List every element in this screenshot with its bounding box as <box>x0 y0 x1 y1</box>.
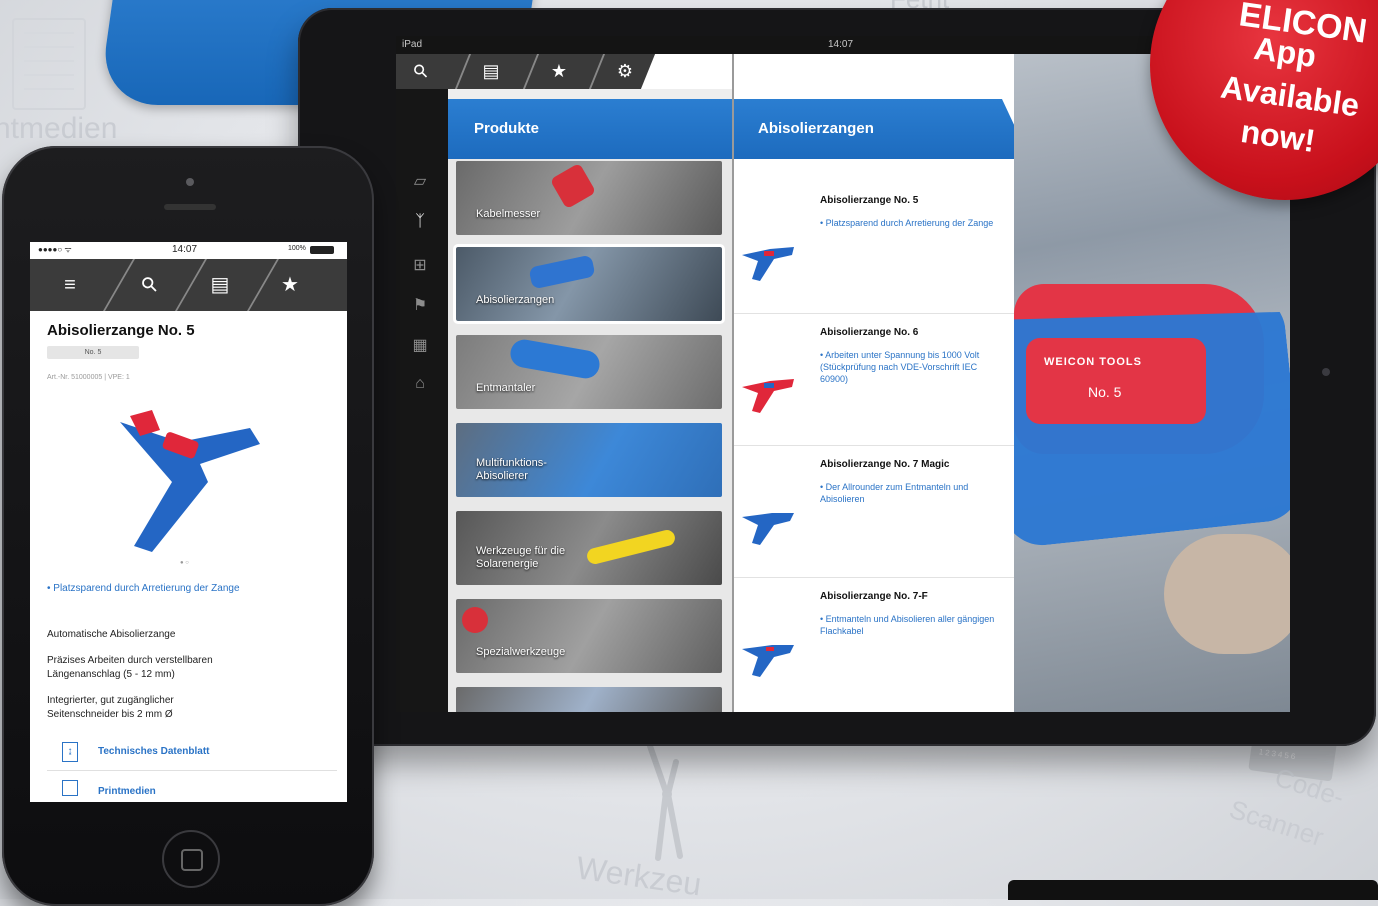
products-title: Produkte <box>474 120 540 137</box>
image-pager[interactable]: ● ○ <box>180 560 189 566</box>
phone-status-bar: ●●●●○ ᯤ 14:07 100% <box>30 242 347 259</box>
star-icon[interactable]: ★ <box>270 259 310 311</box>
tile-spezialwerkzeuge[interactable]: Spezialwerkzeuge <box>456 599 722 673</box>
photo-hand <box>1164 534 1290 654</box>
phone-time: 14:07 <box>172 244 198 255</box>
tile-entmantaler[interactable]: Entmantaler <box>456 335 722 409</box>
tile-abisolierzangen[interactable]: Abisolierzangen <box>453 244 725 324</box>
blue-pliers-icon <box>742 513 794 545</box>
home-button[interactable] <box>162 830 220 888</box>
products-column: Kabelmesser Abisolierzangen Entmantaler … <box>448 137 732 712</box>
phone-toolbar: ≡ ⚲ ▤ ★ <box>30 259 347 311</box>
phone-battery: 100% <box>288 245 306 252</box>
phone-screen: ●●●●○ ᯤ 14:07 100% ≡ ⚲ ▤ ★ Abisolierzang… <box>30 242 347 802</box>
rail-icon-grid[interactable]: ▦ <box>408 335 432 357</box>
battery-icon <box>310 246 334 254</box>
item-bullet: • Der Allrounder zum Entmanteln und Abis… <box>820 482 969 504</box>
article-number: Art.-Nr. 51000005 | VPE: 1 <box>47 374 130 381</box>
tile-tool-shape <box>462 607 488 633</box>
product-title: Abisolierzange No. 5 <box>47 322 195 339</box>
tablet-time: 14:07 <box>828 39 854 50</box>
tile-tool-shape <box>549 162 597 210</box>
phone-camera <box>186 178 194 186</box>
abisolierzangen-title: Abisolierzangen <box>758 120 874 137</box>
row-divider <box>47 770 337 771</box>
feature-text-2: Präzises Arbeiten durch verstellbaren Lä… <box>47 655 213 680</box>
tile-label: Abisolierzangen <box>476 294 555 306</box>
search-icon[interactable]: ⚲ <box>117 252 182 317</box>
item-title: Abisolierzange No. 7-F <box>820 591 928 602</box>
tablet-left-rail: ▱ ᛉ ⊞ ⚑ ▦ ⌂ <box>396 89 448 712</box>
tile-label: Spezialwerkzeuge <box>476 646 566 658</box>
rail-icon-catalog[interactable]: ⊞ <box>408 255 432 277</box>
item-bullet: • Entmanteln und Abisolieren aller gängi… <box>820 614 995 636</box>
toolbar-end <box>640 54 696 89</box>
printmedia-link[interactable]: Printmedien <box>98 786 156 797</box>
gear-icon[interactable]: ⚙ <box>602 54 648 89</box>
scanner-button-icon[interactable]: ▤ <box>200 259 240 311</box>
tile-label: Entmantaler <box>476 382 536 394</box>
datasheet-link[interactable]: Technisches Datenblatt <box>98 746 210 757</box>
app-store-badge-edge <box>1008 880 1378 900</box>
item-title: Abisolierzange No. 6 <box>820 327 919 338</box>
product-pliers-image <box>120 410 260 552</box>
photo-brand: WEICON TOOLS <box>1044 356 1142 368</box>
feature-text-1: Automatische Abisolierzange <box>47 629 176 640</box>
tile-more[interactable] <box>456 687 722 712</box>
blue-pliers-icon <box>742 247 794 281</box>
menu-icon[interactable]: ≡ <box>50 259 90 311</box>
scanner-button-icon[interactable]: ▤ <box>468 54 514 89</box>
list-item[interactable]: Abisolierzange No. 6 • Arbeiten unter Sp… <box>734 313 1014 446</box>
photo-label-plate: WEICON TOOLS No. 5 <box>1026 338 1206 424</box>
photo-model: No. 5 <box>1088 384 1122 400</box>
scanner-digits: 123456 <box>1258 747 1298 762</box>
tablet-camera <box>1322 368 1330 376</box>
star-icon[interactable]: ★ <box>536 54 582 89</box>
list-item[interactable]: Abisolierzange No. 7 Magic • Der Allroun… <box>734 445 1014 578</box>
printmedia-icon <box>62 780 78 796</box>
feature-text-3: Integrierter, gut zugänglicher Seitensch… <box>47 695 174 720</box>
tablet-screen: iPad 14:07 ⚲ ▤ ★ ⚙ ▱ ᛉ ⊞ ⚑ ▦ ⌂ Kabelmess… <box>396 36 1290 712</box>
feature-bullet: • Platzsparend durch Arretierung der Zan… <box>47 583 240 594</box>
tile-tool-shape <box>508 337 602 381</box>
pliers-watermark-icon <box>636 742 696 862</box>
list-item[interactable]: Abisolierzange No. 5 • Platzsparend durc… <box>734 181 1014 314</box>
rail-icon-tools[interactable]: ᛉ <box>408 213 432 235</box>
blue-pliers-icon <box>742 645 794 677</box>
tile-tool-shape <box>585 528 677 566</box>
rail-icon-products[interactable]: ▱ <box>408 171 432 193</box>
item-bullet: • Platzsparend durch Arretierung der Zan… <box>820 218 994 228</box>
rail-icon-flag[interactable]: ⚑ <box>408 295 432 317</box>
tile-multifunktions[interactable]: Multifunktions-Abisolierer <box>456 423 722 497</box>
products-header: Produkte <box>448 99 746 159</box>
item-title: Abisolierzange No. 5 <box>820 195 919 206</box>
list-item[interactable]: Abisolierzange No. 7-F • Entmanteln und … <box>734 577 1014 709</box>
bg-word-printmedien: ntmedien <box>0 112 118 145</box>
document-icon <box>12 18 86 110</box>
tile-label: Werkzeuge für die Solarenergie <box>476 545 566 570</box>
phone-speaker <box>164 204 216 210</box>
tile-solarenergie[interactable]: Werkzeuge für die Solarenergie <box>456 511 722 585</box>
tile-kabelmesser[interactable]: Kabelmesser <box>456 161 722 235</box>
rail-icon-building[interactable]: ⌂ <box>408 375 432 397</box>
tile-label: Kabelmesser <box>476 208 541 220</box>
red-pliers-icon <box>742 379 794 413</box>
item-bullet: • Arbeiten unter Spannung bis 1000 Volt … <box>820 350 980 384</box>
tile-label: Multifunktions-Abisolierer <box>476 457 547 482</box>
datasheet-icon: ↨ <box>62 742 78 762</box>
abisolierzangen-header: Abisolierzangen <box>734 99 1030 159</box>
abisolierzangen-column: Abisolierzange No. 5 • Platzsparend durc… <box>734 89 1014 712</box>
model-chip: No. 5 <box>47 346 139 359</box>
tile-tool-shape <box>528 254 596 290</box>
tablet-toolbar: ⚲ ▤ ★ ⚙ <box>396 54 696 89</box>
item-title: Abisolierzange No. 7 Magic <box>820 459 950 470</box>
phone-signal: ●●●●○ ᯤ <box>38 245 72 254</box>
